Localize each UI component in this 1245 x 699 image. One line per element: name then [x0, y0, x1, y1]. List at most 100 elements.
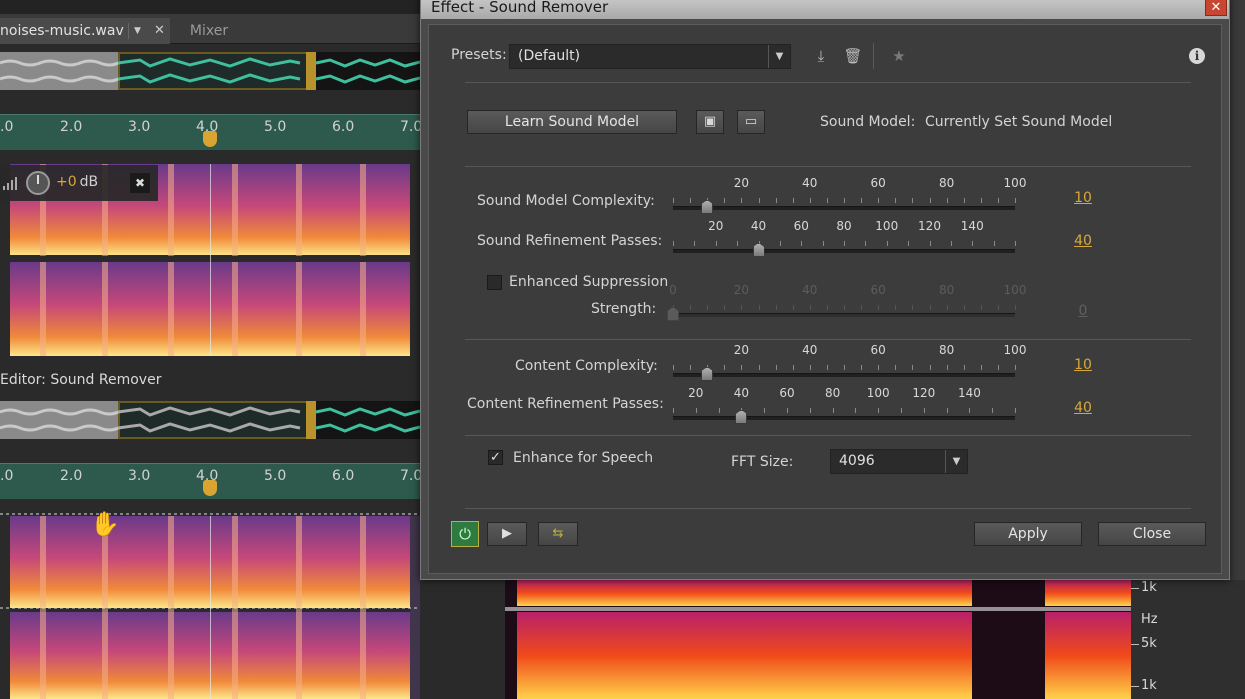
slider-tick	[792, 198, 794, 203]
learn-sound-model-button[interactable]: Learn Sound Model	[467, 110, 677, 134]
slider-tick	[775, 198, 777, 203]
slider-thumb[interactable]	[735, 410, 748, 424]
slider-tick	[997, 305, 999, 310]
content-complexity-value[interactable]: 10	[1063, 357, 1103, 373]
download-icon[interactable]: ⤓	[810, 45, 832, 67]
volume-value: +0	[56, 174, 77, 190]
content-refinement-passes-slider[interactable]: 20 40 60 80 100 120 140	[673, 386, 1016, 432]
info-icon[interactable]: i	[1189, 48, 1205, 64]
hz-unit: Hz	[1141, 612, 1158, 627]
close-icon[interactable]: ✕	[154, 18, 165, 44]
trash-icon[interactable]: 🗑	[842, 45, 864, 67]
slider-thumb[interactable]	[701, 200, 714, 214]
right-panel-edge	[1230, 0, 1245, 580]
chevron-down-icon[interactable]: ▼	[128, 23, 146, 39]
waveform-overview-bottom[interactable]	[0, 401, 420, 439]
slider-tick	[844, 241, 845, 246]
slider-track[interactable]	[673, 249, 1015, 253]
slider-tick	[758, 365, 760, 370]
close-icon[interactable]: ✕	[1205, 0, 1227, 16]
slider-tick	[855, 408, 857, 413]
presets-dropdown[interactable]: (Default) ▼	[509, 44, 791, 69]
slider-tick	[724, 365, 726, 370]
fft-size-dropdown[interactable]: 4096 ▼	[830, 449, 968, 474]
strength-value: 0	[1078, 303, 1088, 319]
slider-tick	[963, 365, 965, 370]
slider-thumb[interactable]	[752, 243, 765, 257]
enhance-speech-label: Enhance for Speech	[513, 450, 654, 466]
slider-tick	[993, 241, 995, 246]
slider-tick	[946, 305, 948, 310]
slider-tick	[886, 241, 888, 246]
fft-size-label: FFT Size:	[731, 454, 794, 470]
slider-tick	[980, 198, 982, 203]
content-complexity-slider[interactable]: 20 40 60 80 100	[673, 343, 1026, 389]
ruler-tick: 6.0	[332, 119, 355, 135]
volume-unit: dB	[79, 174, 99, 190]
slider-tick	[809, 408, 811, 413]
slider-tick-label: 20	[733, 283, 750, 297]
slider-tick-label: 40	[802, 283, 818, 297]
spectrogram-right	[505, 580, 1131, 699]
volume-knob[interactable]	[26, 171, 50, 195]
slider-track[interactable]	[673, 416, 1015, 420]
enhance-speech-checkbox[interactable]: ✓	[488, 450, 503, 465]
overview-waveform	[0, 57, 420, 84]
slider-tick	[895, 198, 897, 203]
frequency-scale: 1k Hz 5k 1k	[1131, 580, 1245, 699]
slider-tick	[908, 241, 910, 246]
slider-tick	[861, 365, 863, 370]
scale-tick	[1131, 686, 1139, 687]
slider-tick-label: 60	[779, 386, 795, 400]
spectral-display-bottom[interactable]	[0, 500, 420, 699]
slider-tick-label: 140	[960, 219, 984, 233]
content-complexity-label: Content Complexity:	[515, 358, 658, 374]
slider-tick	[1015, 305, 1016, 310]
sound-refinement-passes-label: Sound Refinement Passes:	[477, 233, 663, 249]
slider-tick	[673, 408, 674, 413]
sound-refinement-passes-slider[interactable]: 20 40 60 80 100 120 140	[673, 219, 1016, 265]
slider-track[interactable]	[673, 206, 1015, 210]
slider-tick	[741, 365, 743, 370]
slider-tick	[741, 305, 743, 310]
timeline-ruler-bottom[interactable]: .0 2.0 3.0 4.0 5.0 6.0 7.0	[0, 463, 422, 499]
floppy-icon[interactable]: ▣	[696, 110, 724, 134]
slider-tick	[946, 198, 948, 203]
playhead-marker[interactable]	[203, 131, 217, 147]
close-button[interactable]: Close	[1098, 522, 1206, 546]
slider-tick	[929, 365, 931, 370]
slider-tick	[792, 305, 794, 310]
slider-tick-label: 120	[912, 386, 936, 400]
playhead-marker[interactable]	[203, 480, 217, 496]
play-icon[interactable]: ▶	[487, 522, 527, 546]
slider-tick-label: 20	[708, 219, 724, 233]
power-icon[interactable]: ⏻	[451, 521, 479, 547]
slider-tick	[950, 241, 952, 246]
folder-icon[interactable]: ▭	[737, 110, 765, 134]
star-icon[interactable]: ★	[888, 45, 910, 67]
dialog-titlebar[interactable]: Effect - Sound Remover ✕	[421, 0, 1229, 19]
hz-label: 5k	[1141, 636, 1157, 651]
slider-thumb[interactable]	[667, 307, 679, 321]
sound-model-complexity-value[interactable]: 10	[1063, 190, 1103, 206]
waveform-overview-top[interactable]	[0, 52, 420, 90]
slider-track[interactable]	[673, 313, 1015, 317]
tab-mixer[interactable]: Mixer	[172, 18, 246, 44]
volume-readout[interactable]: +0 dB	[56, 174, 98, 190]
timeline-ruler-top[interactable]: .0 2.0 3.0 4.0 5.0 6.0 7.0	[0, 114, 422, 150]
pin-icon[interactable]: ✖	[130, 173, 150, 193]
tab-file[interactable]: noises-music.wav ▼ ✕	[0, 18, 170, 44]
loop-icon[interactable]: ⇆	[538, 522, 578, 546]
content-refinement-passes-value[interactable]: 40	[1063, 400, 1103, 416]
slider-tick	[801, 241, 803, 246]
enhanced-suppression-checkbox[interactable]	[487, 275, 502, 290]
slider-track[interactable]	[673, 373, 1015, 377]
slider-tick	[673, 198, 674, 203]
sound-model-complexity-slider[interactable]: 20 40 60 80 100	[673, 176, 1026, 222]
spectral-display-right[interactable]	[505, 580, 1131, 699]
sound-refinement-passes-value[interactable]: 40	[1063, 233, 1103, 249]
slider-thumb[interactable]	[701, 367, 714, 381]
slider-tick	[809, 198, 811, 203]
slider-tick	[929, 198, 931, 203]
apply-button[interactable]: Apply	[974, 522, 1082, 546]
